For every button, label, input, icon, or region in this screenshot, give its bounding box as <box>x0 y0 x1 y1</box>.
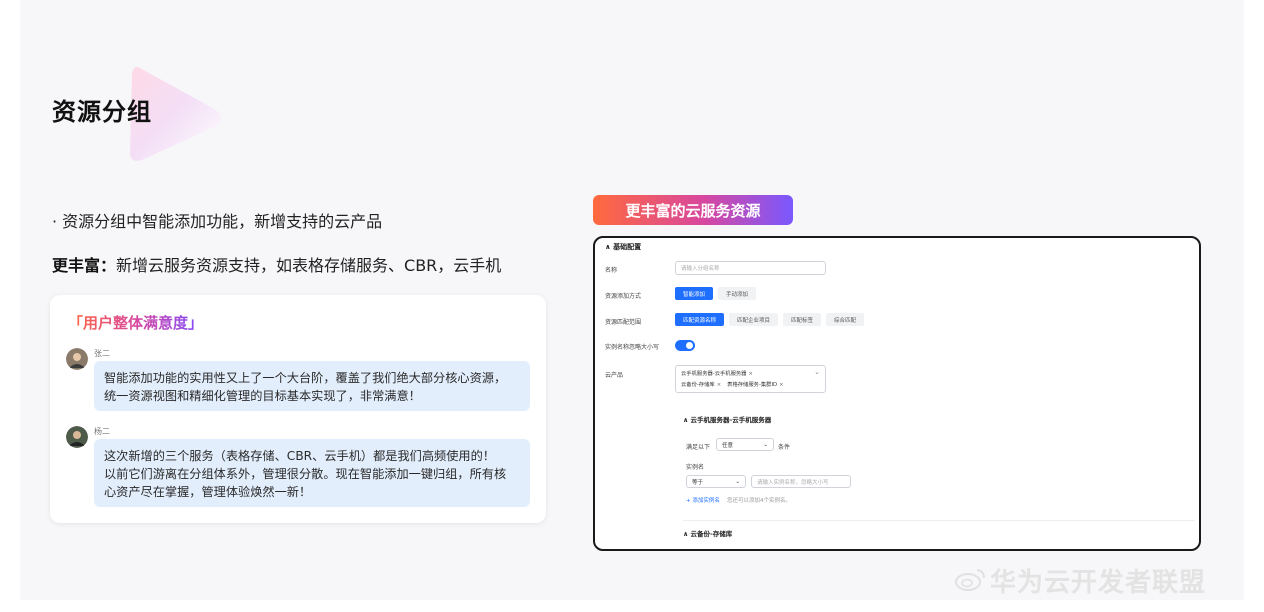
product-tag-row: 云备份-存储库 × 表格存储服务-集群ID × <box>681 380 820 388</box>
page-title: 资源分组 <box>52 98 152 126</box>
chevron-down-icon: ⌄ <box>814 368 820 376</box>
toggle-knob <box>686 342 693 349</box>
add-mode-smart[interactable]: 智能添加 <box>675 287 714 300</box>
instance-name-input[interactable]: 请输入实例名称，忽略大小写 <box>751 475 851 488</box>
comment-user: 杨二 <box>94 427 110 436</box>
comment-line: 统一资源视图和精细化管理的目标基本实现了，非常满意！ <box>104 389 421 403</box>
sub-section-cph[interactable]: ∧ 云手机服务器-云手机服务器 <box>683 414 771 424</box>
cloud-product-select[interactable]: 云手机服务器-云手机服务器 × 云备份-存储库 × 表格存储服务-集群ID × ⌄ <box>675 365 826 393</box>
instance-operator-select[interactable]: 等于 ⌄ <box>686 475 746 488</box>
match-scope-label: 资源匹配范围 <box>605 319 642 326</box>
product-tag-text: 表格存储服务-集群ID <box>727 382 778 388</box>
scope-tag[interactable]: 匹配标签 <box>783 313 822 326</box>
scope-combined[interactable]: 综合匹配 <box>826 313 865 326</box>
product-tag-row: 云手机服务器-云手机服务器 × <box>681 369 820 377</box>
operator-value: 等于 <box>692 479 704 486</box>
section-basic-config[interactable]: ∧ 基础配置 <box>605 242 641 252</box>
watermark-text: 华为云开发者联盟 <box>990 568 1207 598</box>
richer-description: 更丰富：新增云服务资源支持，如表格存储服务、CBR，云手机 <box>52 252 501 276</box>
add-instance-hint: 您还可以添加4个实例名。 <box>727 498 792 504</box>
section-basic-label: 基础配置 <box>613 243 642 251</box>
sub-section-cbr-label: 云备份-存储库 <box>690 530 733 538</box>
product-tag-text: 云手机服务器-云手机服务器 <box>681 371 747 377</box>
ignore-case-label: 实例名称忽略大小写 <box>605 344 660 351</box>
config-form-screenshot: ∧ 基础配置 名称 请输入分组名称 资源添加方式 智能添加 手动添加 资源匹配范… <box>593 236 1201 551</box>
match-select-value: 任意 <box>722 442 734 449</box>
avatar-icon <box>66 426 88 448</box>
banner-text: 更丰富的云服务资源 <box>625 201 761 220</box>
name-placeholder: 请输入分组名称 <box>681 266 720 272</box>
add-mode-segment: 智能添加 手动添加 <box>675 287 761 300</box>
product-tag[interactable]: 表格存储服务-集群ID × <box>727 380 783 388</box>
scope-enterprise-project[interactable]: 匹配企业项目 <box>729 313 779 326</box>
match-suffix: 条件 <box>778 444 791 451</box>
add-mode-label: 资源添加方式 <box>605 293 642 300</box>
product-tag[interactable]: 云手机服务器-云手机服务器 × <box>681 369 753 377</box>
tag-close-icon[interactable]: × <box>717 382 721 388</box>
weibo-icon <box>955 569 985 591</box>
avatar-icon <box>66 348 88 370</box>
scope-resource-name[interactable]: 匹配资源名称 <box>675 313 725 326</box>
product-tag-text: 云备份-存储库 <box>681 382 715 388</box>
richer-text: 新增云服务资源支持，如表格存储服务、CBR，云手机 <box>116 256 502 275</box>
satisfaction-card: 「用户整体满意度」 张二 智能添加功能的实用性又上了一个大台阶，覆盖了我们绝大部… <box>50 295 546 523</box>
comment-bubble: 这次新增的三个服务（表格存储、CBR、云手机）都是我们高频使用的！ 以前它们游离… <box>94 439 530 507</box>
match-prefix: 满足以下 <box>686 444 711 451</box>
comment-bubble: 智能添加功能的实用性又上了一个大台阶，覆盖了我们绝大部分核心资源， 统一资源视图… <box>94 361 530 411</box>
tag-close-icon[interactable]: × <box>748 371 752 377</box>
instance-name-label: 实例名 <box>686 464 705 471</box>
richer-services-banner: 更丰富的云服务资源 <box>593 195 793 225</box>
satisfaction-title: 「用户整体满意度」 <box>68 314 204 332</box>
match-scope-segment: 匹配资源名称 匹配企业项目 匹配标签 综合匹配 <box>675 313 869 326</box>
sub-section-cph-label: 云手机服务器-云手机服务器 <box>690 416 772 424</box>
chevron-down-icon: ⌄ <box>763 441 768 448</box>
comment-line: 心资产尽在掌握，管理体验焕然一新！ <box>104 485 312 499</box>
collapse-icon: ∧ <box>683 530 689 538</box>
comment-user: 张二 <box>94 349 110 358</box>
chevron-down-icon: ⌄ <box>735 478 740 485</box>
add-instance-name-link[interactable]: + 添加实例名 <box>686 496 720 504</box>
section-divider <box>683 520 1195 521</box>
comment-line: 这次新增的三个服务（表格存储、CBR、云手机）都是我们高频使用的！ <box>104 449 495 463</box>
group-name-input[interactable]: 请输入分组名称 <box>675 261 826 275</box>
comment-line: 智能添加功能的实用性又上了一个大台阶，覆盖了我们绝大部分核心资源， <box>104 371 507 385</box>
richer-label: 更丰富： <box>52 256 117 275</box>
collapse-icon: ∧ <box>683 416 689 424</box>
name-label: 名称 <box>605 267 618 274</box>
feature-bullet: · 资源分组中智能添加功能，新增支持的云产品 <box>52 212 383 231</box>
tag-close-icon[interactable]: × <box>779 382 783 388</box>
match-condition-select[interactable]: 任意 ⌄ <box>716 438 774 451</box>
ignore-case-toggle[interactable] <box>675 340 695 351</box>
add-mode-manual[interactable]: 手动添加 <box>718 287 757 300</box>
comment-line: 以前它们游离在分组体系外，管理很分散。现在智能添加一键归组，所有核 <box>104 467 507 481</box>
collapse-icon: ∧ <box>605 243 611 251</box>
sub-section-cbr[interactable]: ∧ 云备份-存储库 <box>683 528 732 538</box>
product-tag[interactable]: 云备份-存储库 × <box>681 380 721 388</box>
instance-placeholder: 请输入实例名称，忽略大小写 <box>757 479 829 486</box>
cloud-product-label: 云产品 <box>605 372 624 379</box>
